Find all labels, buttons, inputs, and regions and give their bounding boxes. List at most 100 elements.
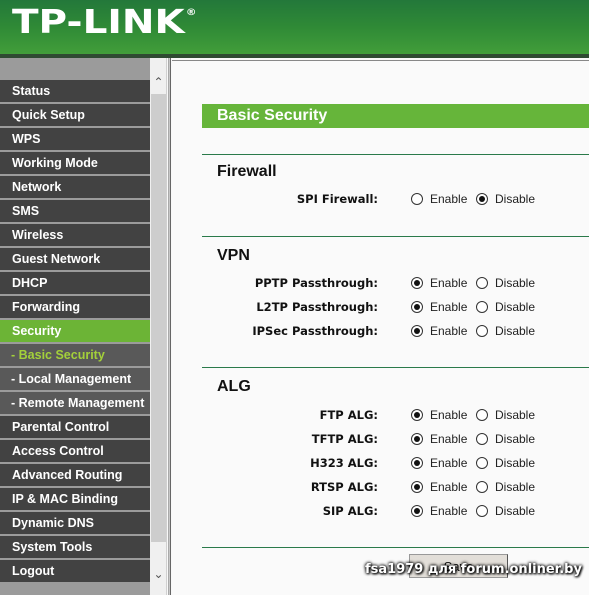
watermark-text: fsa1979 для forum.onliner.by [365,562,582,577]
sidebar-item-access-control[interactable]: Access Control [0,440,150,464]
disable-label[interactable]: Disable [495,432,535,446]
trademark-symbol: ® [185,8,197,18]
disable-option[interactable]: Disable [476,502,535,520]
enable-option[interactable]: Enable [411,502,467,520]
disable-option[interactable]: Disable [476,406,535,424]
sidebar-item-wireless[interactable]: Wireless [0,224,150,248]
sidebar-item-dynamic-dns[interactable]: Dynamic DNS [0,512,150,536]
brand-name: TP-LINK [12,2,185,41]
sidebar-item-ip-mac-binding[interactable]: IP & MAC Binding [0,488,150,512]
setting-label: SPI Firewall: [296,192,378,206]
section-divider [202,154,589,155]
sidebar-item-guest-network[interactable]: Guest Network [0,248,150,272]
row-pptp-passthrough: PPTP Passthrough: Enable Disable [202,274,589,294]
enable-option[interactable]: Enable [411,454,467,472]
row-rtsp-alg: RTSP ALG: Enable Disable [202,478,589,498]
sidebar-item-local-management[interactable]: - Local Management [0,368,150,392]
sidebar-item-remote-management[interactable]: - Remote Management [0,392,150,416]
sidebar-item-network[interactable]: Network [0,176,150,200]
enable-radio[interactable] [411,457,423,469]
disable-label[interactable]: Disable [495,300,535,314]
enable-label[interactable]: Enable [430,192,467,206]
setting-label: FTP ALG: [319,408,378,422]
disable-radio[interactable] [476,481,488,493]
sidebar-item-working-mode[interactable]: Working Mode [0,152,150,176]
setting-label: H323 ALG: [310,456,378,470]
enable-label[interactable]: Enable [430,504,467,518]
enable-label[interactable]: Enable [430,300,467,314]
chevron-up-icon[interactable]: ⌃ [150,74,167,91]
enable-label[interactable]: Enable [430,408,467,422]
sidebar-item-quick-setup[interactable]: Quick Setup [0,104,150,128]
enable-radio[interactable] [411,505,423,517]
sidebar-item-status[interactable]: Status [0,80,150,104]
disable-option[interactable]: Disable [476,190,535,208]
sidebar-item-wps[interactable]: WPS [0,128,150,152]
section-title-vpn: VPN [217,247,250,264]
enable-option[interactable]: Enable [411,190,467,208]
disable-label[interactable]: Disable [495,276,535,290]
disable-option[interactable]: Disable [476,274,535,292]
sidebar-scrollbar[interactable]: ⌃ ⌄ [150,58,167,595]
enable-label[interactable]: Enable [430,480,467,494]
sidebar-item-logout[interactable]: Logout [0,560,150,584]
enable-option[interactable]: Enable [411,322,467,340]
section-divider [202,547,589,548]
page-title: Basic Security [202,104,589,128]
disable-radio[interactable] [476,193,488,205]
enable-label[interactable]: Enable [430,432,467,446]
disable-label[interactable]: Disable [495,504,535,518]
disable-radio[interactable] [476,457,488,469]
enable-option[interactable]: Enable [411,430,467,448]
enable-label[interactable]: Enable [430,456,467,470]
sidebar-item-system-tools[interactable]: System Tools [0,536,150,560]
sidebar-item-sms[interactable]: SMS [0,200,150,224]
sidebar-item-advanced-routing[interactable]: Advanced Routing [0,464,150,488]
sidebar-item-basic-security[interactable]: - Basic Security [0,344,150,368]
sidebar-item-dhcp[interactable]: DHCP [0,272,150,296]
setting-label: L2TP Passthrough: [256,300,378,314]
enable-radio[interactable] [411,481,423,493]
enable-option[interactable]: Enable [411,298,467,316]
enable-radio[interactable] [411,277,423,289]
sidebar-item-security[interactable]: Security [0,320,150,344]
disable-label[interactable]: Disable [495,480,535,494]
disable-radio[interactable] [476,301,488,313]
disable-radio[interactable] [476,433,488,445]
section-title-alg: ALG [217,378,251,395]
disable-label[interactable]: Disable [495,408,535,422]
enable-radio[interactable] [411,301,423,313]
disable-radio[interactable] [476,325,488,337]
enable-label[interactable]: Enable [430,276,467,290]
header-banner: TP-LINK® [0,0,589,54]
enable-option[interactable]: Enable [411,274,467,292]
chevron-down-icon[interactable]: ⌄ [150,566,167,583]
setting-label: RTSP ALG: [310,480,378,494]
disable-option[interactable]: Disable [476,430,535,448]
disable-radio[interactable] [476,409,488,421]
row-l2tp-passthrough: L2TP Passthrough: Enable Disable [202,298,589,318]
sidebar-item-parental-control[interactable]: Parental Control [0,416,150,440]
sidebar-item-forwarding[interactable]: Forwarding [0,296,150,320]
enable-radio[interactable] [411,193,423,205]
enable-option[interactable]: Enable [411,478,467,496]
disable-option[interactable]: Disable [476,478,535,496]
disable-label[interactable]: Disable [495,456,535,470]
enable-radio[interactable] [411,409,423,421]
enable-radio[interactable] [411,325,423,337]
disable-label[interactable]: Disable [495,324,535,338]
disable-option[interactable]: Disable [476,298,535,316]
disable-option[interactable]: Disable [476,322,535,340]
enable-radio[interactable] [411,433,423,445]
disable-label[interactable]: Disable [495,192,535,206]
disable-radio[interactable] [476,505,488,517]
disable-option[interactable]: Disable [476,454,535,472]
setting-label: IPSec Passthrough: [252,324,378,338]
disable-radio[interactable] [476,277,488,289]
enable-label[interactable]: Enable [430,324,467,338]
setting-label: SIP ALG: [322,504,378,518]
row-ftp-alg: FTP ALG: Enable Disable [202,406,589,426]
scroll-thumb[interactable] [151,94,166,542]
enable-option[interactable]: Enable [411,406,467,424]
frame-divider [168,58,171,595]
